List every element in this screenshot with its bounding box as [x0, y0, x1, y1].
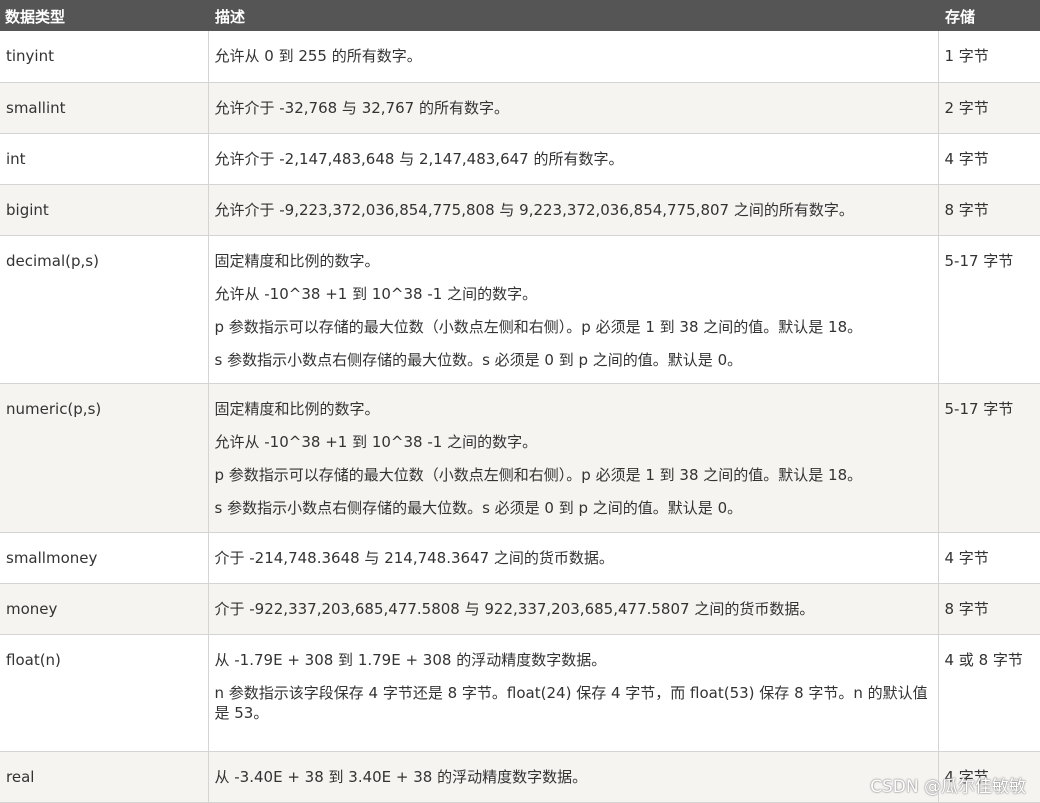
desc-line: p 参数指示可以存储的最大位数（小数点左侧和右侧）。p 必须是 1 到 38 之… [214, 465, 863, 484]
cell-desc: 介于 -214,748.3648 与 214,748.3647 之间的货币数据。 [208, 532, 939, 584]
header-desc: 描述 [215, 8, 246, 26]
cell-storage: 4 或 8 字节 [938, 634, 1040, 752]
table-row: int 允许介于 -2,147,483,648 与 2,147,483,647 的… [0, 133, 1040, 185]
cell-type: smallmoney [0, 532, 209, 584]
desc-line: 允许从 -10^38 +1 到 10^38 -1 之间的数字。 [214, 284, 538, 303]
desc-line: 介于 -922,337,203,685,477.5808 与 922,337,2… [214, 599, 815, 618]
desc-line: 允许介于 -2,147,483,648 与 2,147,483,647 的所有数… [214, 149, 624, 168]
cell-desc: 从 -3.40E + 38 到 3.40E + 38 的浮动精度数字数据。 [208, 751, 939, 803]
cell-storage: 2 字节 [938, 82, 1040, 134]
cell-type: real [0, 751, 209, 803]
table-row: tinyint 允许从 0 到 255 的所有数字。 1 字节 [0, 31, 1040, 83]
table-header: 数据类型 描述 存储 [0, 0, 1040, 31]
cell-type: money [0, 583, 209, 635]
desc-line: 从 -1.79E + 308 到 1.79E + 308 的浮动精度数字数据。 [214, 650, 607, 669]
cell-desc: 允许介于 -9,223,372,036,854,775,808 与 9,223,… [208, 184, 939, 236]
desc-line: p 参数指示可以存储的最大位数（小数点左侧和右侧）。p 必须是 1 到 38 之… [214, 317, 863, 336]
cell-desc: 固定精度和比例的数字。允许从 -10^38 +1 到 10^38 -1 之间的数… [208, 235, 939, 384]
cell-storage: 8 字节 [938, 583, 1040, 635]
cell-desc: 允许介于 -32,768 与 32,767 的所有数字。 [208, 82, 939, 134]
watermark: CSDN @瓜尔佳敏敏 [870, 777, 1026, 797]
desc-line: 允许从 -10^38 +1 到 10^38 -1 之间的数字。 [214, 432, 538, 451]
desc-line: 允许介于 -32,768 与 32,767 的所有数字。 [214, 98, 509, 117]
table-row: money 介于 -922,337,203,685,477.5808 与 922,… [0, 583, 1040, 635]
header-type: 数据类型 [5, 8, 66, 26]
cell-type: float(n) [0, 634, 209, 752]
table-row: bigint 允许介于 -9,223,372,036,854,775,808 与 … [0, 184, 1040, 236]
desc-line: 固定精度和比例的数字。 [214, 251, 380, 270]
cell-type: numeric(p,s) [0, 383, 209, 533]
desc-line: 允许从 0 到 255 的所有数字。 [214, 47, 422, 65]
table-body: tinyint 允许从 0 到 255 的所有数字。 1 字节 smallint 允许介… [0, 31, 1040, 803]
cell-desc: 允许从 0 到 255 的所有数字。 [208, 31, 939, 83]
desc-line: 介于 -214,748.3648 与 214,748.3647 之间的货币数据。 [214, 548, 614, 567]
table-row: decimal(p,s) 固定精度和比例的数字。 允许从 -10^38 +1 到 1… [0, 235, 1040, 384]
cell-desc: 固定精度和比例的数字。允许从 -10^38 +1 到 10^38 -1 之间的数… [208, 383, 939, 533]
cell-storage: 5-17 字节 [938, 383, 1040, 533]
table-row: numeric(p,s) 固定精度和比例的数字。 允许从 -10^38 +1 到 1… [0, 383, 1040, 533]
desc-line: n 参数指示该字段保存 4 字节还是 8 字节。float(24) 保存 4 字… [214, 683, 928, 722]
cell-type: tinyint [0, 31, 209, 83]
cell-type: int [0, 133, 209, 185]
desc-line: 从 -3.40E + 38 到 3.40E + 38 的浮动精度数字数据。 [214, 767, 588, 786]
cell-storage: 1 字节 [938, 31, 1040, 83]
cell-storage: 4 字节 [938, 133, 1040, 185]
cell-type: smallint [0, 82, 209, 134]
cell-desc: 允许介于 -2,147,483,648 与 2,147,483,647 的所有数… [208, 133, 939, 185]
table-row: float(n) 从 -1.79E + 308 到 1.79E + 308 的浮动… [0, 634, 1040, 752]
desc-line: s 参数指示小数点右侧存储的最大位数。s 必须是 0 到 p 之间的值。默认是 … [214, 350, 743, 369]
desc-line: s 参数指示小数点右侧存储的最大位数。s 必须是 0 到 p 之间的值。默认是 … [214, 498, 743, 517]
table-row: smallint 允许介于 -32,768 与 32,767 的所有数字。 2 字节 [0, 82, 1040, 134]
cell-storage: 8 字节 [938, 184, 1040, 236]
desc-line: 固定精度和比例的数字。 [214, 399, 380, 418]
table-row: smallmoney 介于 -214,748.3648 与 214,748.364… [0, 532, 1040, 584]
cell-desc: 介于 -922,337,203,685,477.5808 与 922,337,2… [208, 583, 939, 635]
header-storage: 存储 [945, 8, 976, 26]
cell-type: bigint [0, 184, 209, 236]
cell-storage: 5-17 字节 [938, 235, 1040, 384]
cell-type: decimal(p,s) [0, 235, 209, 384]
cell-storage: 4 字节 [938, 532, 1040, 584]
data-types-table: 数据类型 描述 存储 tinyint 允许从 0 到 255 的所有数字。 1 字节… [0, 0, 1040, 803]
cell-desc: 从 -1.79E + 308 到 1.79E + 308 的浮动精度数字数据。 n… [208, 634, 939, 752]
desc-line: 允许介于 -9,223,372,036,854,775,808 与 9,223,… [214, 200, 854, 219]
